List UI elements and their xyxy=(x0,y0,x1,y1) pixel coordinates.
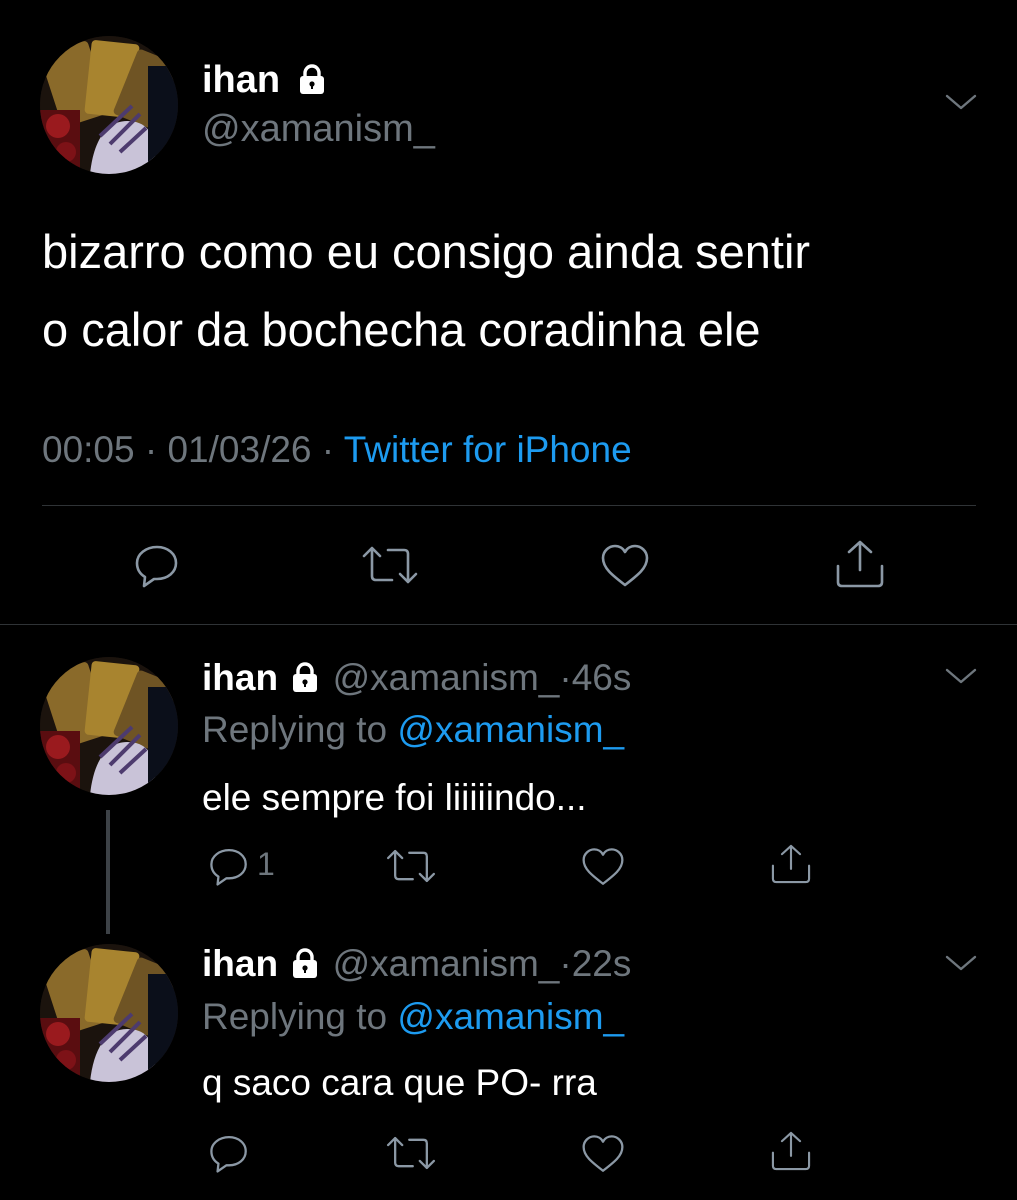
avatar[interactable] xyxy=(40,657,178,795)
tweet-text-line-1: bizarro como eu consigo ainda sentir xyxy=(42,225,811,278)
display-name[interactable]: ihan xyxy=(202,943,278,984)
separator: · xyxy=(559,657,572,698)
reply-icon[interactable] xyxy=(206,844,252,888)
tweet-text-line-2: o calor da bochecha coradinha ele xyxy=(42,303,761,356)
share-icon[interactable] xyxy=(832,538,888,590)
replying-to-handle[interactable]: @xamanism_ xyxy=(397,709,624,750)
handle[interactable]: @xamanism_ xyxy=(202,106,435,152)
divider xyxy=(42,505,976,506)
reply-text: q saco cara que PO- rra xyxy=(202,1062,597,1103)
avatar-image xyxy=(40,657,178,795)
chevron-down-icon[interactable] xyxy=(944,666,978,686)
chevron-down-icon[interactable] xyxy=(944,953,978,973)
avatar[interactable] xyxy=(40,36,178,174)
separator: · xyxy=(321,429,335,470)
reply-header: ihan @xamanism_·22s xyxy=(202,942,631,986)
display-name[interactable]: ihan xyxy=(202,657,278,698)
like-icon[interactable] xyxy=(598,541,652,591)
reply-count: 1 xyxy=(257,846,275,882)
replying-to: Replying to @xamanism_ xyxy=(202,708,624,752)
like-icon[interactable] xyxy=(579,845,627,889)
separator: · xyxy=(144,429,158,470)
lock-icon xyxy=(293,948,318,979)
divider xyxy=(0,624,1017,625)
retweet-icon[interactable] xyxy=(360,540,420,590)
thread-line xyxy=(106,810,110,934)
avatar-image xyxy=(40,944,178,1082)
lock-icon xyxy=(293,662,318,693)
display-name-text[interactable]: ihan xyxy=(202,59,280,101)
reply-age[interactable]: 22s xyxy=(572,943,632,984)
display-name[interactable]: ihan xyxy=(202,58,329,102)
retweet-icon[interactable] xyxy=(384,844,438,888)
lock-icon xyxy=(299,64,324,94)
replying-to-label: Replying to xyxy=(202,709,388,750)
replying-to-handle[interactable]: @xamanism_ xyxy=(397,996,624,1037)
reply-header: ihan @xamanism_·46s xyxy=(202,656,631,700)
avatar[interactable] xyxy=(40,944,178,1082)
tweet-time: 00:05 xyxy=(42,429,135,470)
tweet-meta: 00:05 · 01/03/26 · Twitter for iPhone xyxy=(42,428,632,472)
separator: · xyxy=(559,943,572,984)
reply-icon[interactable] xyxy=(206,1131,252,1175)
like-icon[interactable] xyxy=(579,1132,627,1176)
tweet-date: 01/03/26 xyxy=(167,429,312,470)
handle[interactable]: @xamanism_ xyxy=(333,943,560,984)
replying-to-label: Replying to xyxy=(202,996,388,1037)
tweet-source-link[interactable]: Twitter for iPhone xyxy=(344,429,632,470)
share-icon[interactable] xyxy=(768,1129,814,1173)
retweet-icon[interactable] xyxy=(384,1131,438,1175)
avatar-image xyxy=(40,36,178,174)
chevron-down-icon[interactable] xyxy=(944,92,978,112)
reply-text: ele sempre foi liiiiindo... xyxy=(202,777,587,818)
reply-age[interactable]: 46s xyxy=(572,657,632,698)
share-icon[interactable] xyxy=(768,842,814,886)
handle[interactable]: @xamanism_ xyxy=(333,657,560,698)
replying-to: Replying to @xamanism_ xyxy=(202,995,624,1039)
reply-icon[interactable] xyxy=(132,540,182,590)
